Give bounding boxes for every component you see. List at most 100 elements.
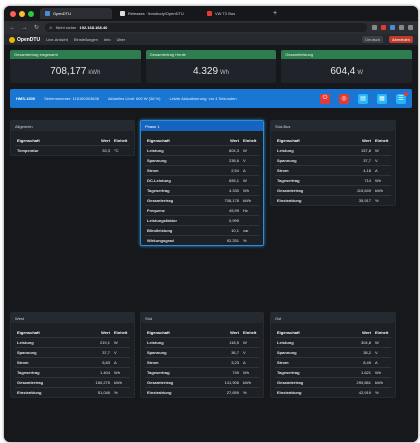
warning-icon: ⚠ [49, 25, 53, 30]
value-cell: 51,046 [97, 390, 110, 395]
channel-cards: Allgemein Eigenschaft Wert Einheit Temperatu… [10, 120, 412, 438]
value-cell: 290,861 [356, 380, 371, 385]
column-header: Einheit [114, 329, 128, 335]
table-row: Strom 5,83 A [15, 357, 130, 367]
forward-button[interactable]: → [21, 25, 28, 31]
inverter-header[interactable]: HMS-1600 Seriennummer: 116190303636 Aktu… [10, 89, 412, 108]
stat-value: 4.329 [192, 66, 219, 77]
table-row: Spannung 36,7 V [145, 347, 259, 357]
app-navbar: OpenDTU Live-Ansicht Einstellungen Info … [4, 34, 418, 45]
property-cell: Gesamtertrag [147, 198, 174, 203]
extensions [372, 25, 413, 30]
events-icon[interactable]: ☰ [396, 91, 408, 104]
column-header: Eigenschaft [277, 137, 300, 143]
nav-item-settings[interactable]: Einstellungen [74, 37, 98, 42]
column-header: Wert [230, 137, 239, 143]
property-cell: Tagesertrag [277, 370, 300, 375]
browser-tab-releases[interactable]: Releases · tbnobody/OpenDTU [115, 8, 199, 19]
table-row: Leistung 219,1 W [15, 337, 130, 347]
value-cell: 118,5 [229, 340, 239, 345]
column-header: Eigenschaft [17, 137, 40, 143]
menu-icon[interactable] [408, 25, 413, 30]
app-brand[interactable]: OpenDTU [9, 36, 40, 43]
value-cell: 2,54 [231, 168, 239, 173]
unit-cell: V [243, 350, 246, 355]
unit-cell: var [243, 228, 249, 233]
nav-item-about[interactable]: Über [117, 37, 126, 42]
card-title: Ost [271, 313, 395, 323]
table-row: Leistung 157,8 W [275, 145, 391, 155]
channel-table: Eigenschaft Wert Einheit Temperatur 33,3 °C [15, 135, 130, 155]
back-button[interactable]: ← [9, 25, 16, 31]
property-cell: Strom [277, 360, 289, 365]
unit-cell: W [243, 340, 247, 345]
table-row: Frequenz 49,99 Hz [145, 205, 259, 215]
unit-cell: Wh [375, 370, 381, 375]
unit-cell: A [243, 360, 246, 365]
property-cell: Spannung [147, 350, 167, 355]
property-cell: Einstrahlung [277, 390, 302, 395]
unit-cell: A [243, 168, 246, 173]
reload-button[interactable]: ↻ [33, 24, 40, 31]
property-cell: Leistungsfaktor [147, 218, 178, 223]
main-content: Gesamtertrag insgesamt 708,177 kWh Gesamt… [4, 45, 418, 442]
table-row: DC-Leistung 655,1 W [145, 175, 259, 185]
table-row: Spannung 37,7 V [15, 347, 130, 357]
inverter-serial: Seriennummer: 116190303636 [44, 96, 99, 101]
value-cell: 27,659 [226, 390, 239, 395]
table-header: Eigenschaft Wert Einheit [15, 135, 130, 145]
bookmark-icon[interactable] [372, 25, 377, 30]
channel-card: Süd Eigenschaft Wert Einheit Leistung 118,5 W S… [140, 312, 264, 398]
extension-icon[interactable] [381, 25, 386, 30]
extension-icon[interactable] [399, 25, 404, 30]
table-row: Gesamtertrag 160,275 kWh [15, 377, 130, 387]
unit-cell: kWh [243, 380, 251, 385]
card-title: Süd [141, 313, 263, 323]
table-row: Tagesertrag 4.330 Wh [145, 185, 259, 195]
value-cell: 604,3 [228, 148, 239, 153]
property-cell: Strom [17, 360, 29, 365]
language-select[interactable]: Deutsch [362, 36, 383, 43]
close-window-button[interactable] [10, 10, 16, 17]
value-cell: 3,23 [231, 360, 239, 365]
info-icon[interactable]: ▤ [358, 93, 368, 104]
unit-cell: °C [114, 148, 119, 153]
property-cell: Blindleistung [147, 228, 173, 233]
browser-tab-opendtu[interactable]: OpenDTU [40, 8, 112, 19]
nav-item-live[interactable]: Live-Ansicht [46, 37, 68, 42]
logout-button[interactable]: Abmelden [388, 36, 413, 43]
value-cell: 35,917 [358, 198, 371, 203]
unit-cell: W [375, 340, 379, 345]
table-row: Gesamtertrag 141,906 kWh [145, 377, 259, 387]
stat-value: 708,177 [50, 66, 87, 77]
power-icon[interactable]: ⏻ [320, 93, 330, 104]
url-input[interactable]: ⚠ Nicht sicher 192.168.168.40 [45, 23, 367, 32]
value-cell: 0,999 [228, 218, 239, 223]
extension-icon[interactable] [390, 25, 395, 30]
value-cell: 1.404 [99, 370, 110, 375]
property-cell: Gesamtertrag [277, 188, 304, 193]
unit-cell: A [375, 360, 378, 365]
channel-table: Eigenschaft Wert Einheit Leistung 157,8 W Span… [275, 135, 391, 205]
table-row: Gesamtertrag 290,861 kWh [275, 377, 391, 387]
unit-cell: % [243, 390, 247, 395]
site-icon [207, 11, 212, 16]
maximize-window-button[interactable] [28, 10, 34, 17]
nav-item-info[interactable]: Info [104, 37, 111, 42]
unit-cell: A [114, 360, 117, 365]
browser-tab-bus[interactable]: VW T2 Bus [202, 8, 266, 19]
minimize-window-button[interactable] [19, 10, 25, 17]
github-icon [120, 11, 125, 16]
value-cell: 36,7 [231, 350, 239, 355]
channel-card: Allgemein Eigenschaft Wert Einheit Temperatu… [10, 120, 135, 156]
unit-cell: V [375, 158, 378, 163]
value-cell: 4.330 [228, 188, 239, 193]
limit-icon[interactable]: ◎ [339, 93, 349, 104]
events-badge [404, 91, 408, 96]
unit-cell: % [114, 390, 118, 395]
property-cell: Einstrahlung [277, 198, 302, 203]
column-header: Wert [101, 137, 110, 143]
table-row: Tagesertrag 1.621 Wh [275, 367, 391, 377]
new-tab-button[interactable]: + [273, 10, 277, 17]
devinfo-icon[interactable]: ▦ [377, 93, 387, 104]
